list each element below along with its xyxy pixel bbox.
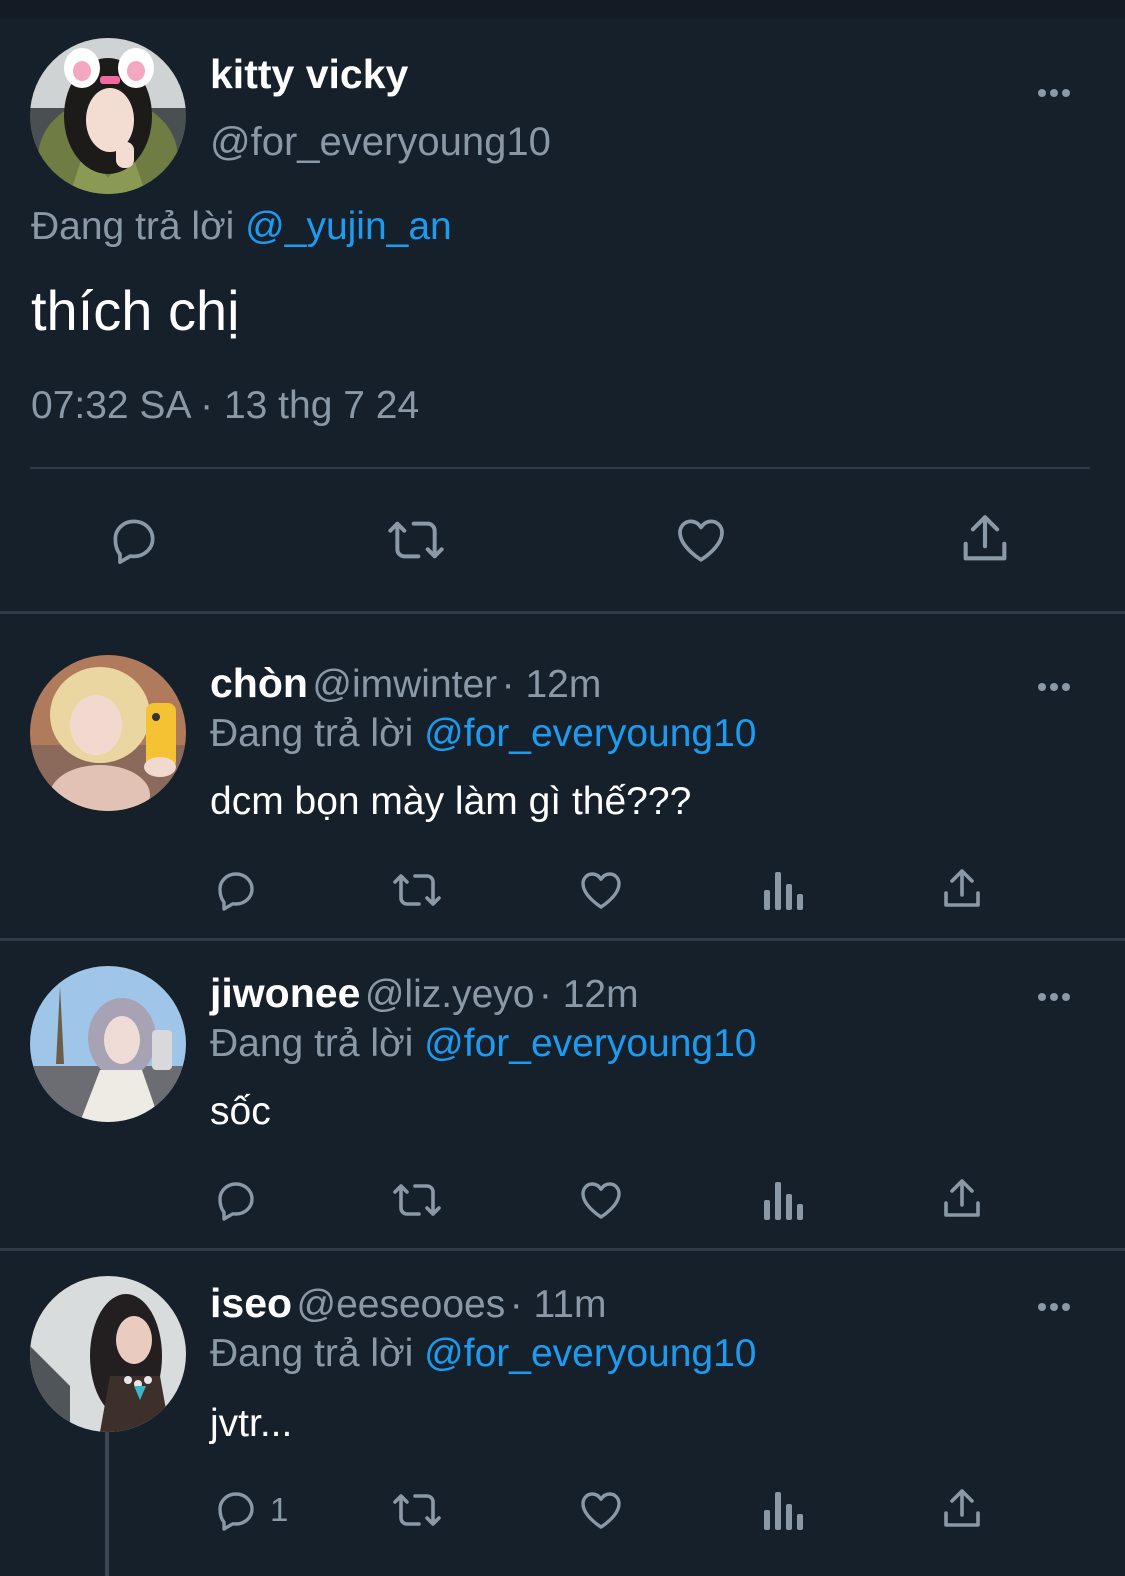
retweet-button[interactable] <box>383 512 449 568</box>
reply-button[interactable]: 1 <box>212 1486 288 1534</box>
author-handle[interactable]: @eeseooes <box>297 1283 506 1326</box>
thread-line <box>105 1430 109 1576</box>
reply-text: jvtr... <box>210 1402 293 1445</box>
retweet-icon <box>393 874 441 906</box>
views-icon <box>764 872 803 910</box>
reply-header: chòn @imwinter · 12m <box>210 660 601 707</box>
author-name[interactable]: jiwonee <box>210 970 360 1016</box>
like-button[interactable] <box>576 1176 626 1224</box>
share-button[interactable] <box>938 864 986 914</box>
status-strip <box>0 0 1125 18</box>
divider <box>0 938 1125 941</box>
avatar[interactable] <box>30 1276 186 1432</box>
like-button[interactable] <box>576 866 626 914</box>
reply-button[interactable] <box>212 866 270 914</box>
author-name[interactable]: kitty vicky <box>210 51 408 98</box>
share-button[interactable] <box>938 1174 986 1224</box>
reply-icon <box>218 1492 254 1531</box>
retweet-icon <box>388 521 444 559</box>
retweet-icon <box>393 1494 441 1526</box>
share-button[interactable] <box>938 1484 986 1534</box>
reply-count: 1 <box>270 1491 289 1528</box>
retweet-button[interactable] <box>388 866 446 914</box>
more-icon[interactable] <box>1038 988 1078 1002</box>
views-button[interactable] <box>760 1176 804 1224</box>
replying-to: Đang trả lời @_yujin_an <box>31 205 452 249</box>
retweet-button[interactable] <box>388 1486 446 1534</box>
replying-to-label: Đang trả lời <box>210 1332 414 1375</box>
reply-text: dcm bọn mày làm gì thế??? <box>210 780 692 823</box>
share-icon <box>944 869 980 907</box>
reply-button[interactable] <box>106 512 162 568</box>
replying-to: Đang trả lời @for_everyoung10 <box>210 712 756 756</box>
reply-icon <box>218 872 254 911</box>
reply-icon <box>218 1182 254 1221</box>
author-name[interactable]: iseo <box>210 1280 292 1326</box>
share-icon <box>963 515 1007 561</box>
heart-icon <box>581 1182 621 1219</box>
author-name[interactable]: chòn <box>210 660 308 706</box>
tweet-text: thích chị <box>31 279 240 342</box>
share-icon <box>944 1179 980 1217</box>
avatar[interactable] <box>30 38 186 194</box>
action-separator <box>30 467 1090 469</box>
replying-to-handle[interactable]: @for_everyoung10 <box>424 712 756 755</box>
reply-time: · 11m <box>509 1283 607 1326</box>
views-button[interactable] <box>760 1486 804 1534</box>
divider <box>0 611 1125 614</box>
author-handle[interactable]: @imwinter <box>312 663 497 706</box>
reply-time: · 12m <box>538 973 639 1016</box>
more-icon[interactable] <box>1038 678 1078 692</box>
avatar[interactable] <box>30 655 186 811</box>
like-button[interactable] <box>672 512 730 568</box>
replying-to-label: Đang trả lời <box>31 205 235 248</box>
reply-header: jiwonee @liz.yeyo · 12m <box>210 970 639 1017</box>
heart-icon <box>581 1492 621 1529</box>
replying-to-handle[interactable]: @_yujin_an <box>245 205 452 248</box>
more-icon[interactable] <box>1038 1298 1078 1312</box>
retweet-button[interactable] <box>388 1176 446 1224</box>
heart-icon <box>678 519 724 562</box>
replying-to-handle[interactable]: @for_everyoung10 <box>424 1022 756 1065</box>
share-button[interactable] <box>956 510 1014 568</box>
replying-to-label: Đang trả lời <box>210 1022 414 1065</box>
replying-to-handle[interactable]: @for_everyoung10 <box>424 1332 756 1375</box>
more-icon[interactable] <box>1038 84 1078 98</box>
reply-time: · 12m <box>501 663 602 706</box>
views-icon <box>764 1492 803 1530</box>
replying-to: Đang trả lời @for_everyoung10 <box>210 1332 756 1376</box>
retweet-icon <box>393 1184 441 1216</box>
reply-header: iseo @eeseooes · 11m <box>210 1280 606 1327</box>
views-button[interactable] <box>760 866 804 914</box>
reply-text: sốc <box>210 1090 271 1133</box>
reply-icon <box>113 519 155 565</box>
avatar[interactable] <box>30 966 186 1122</box>
author-handle[interactable]: @for_everyoung10 <box>210 120 551 165</box>
heart-icon <box>581 872 621 909</box>
reply-button[interactable] <box>212 1176 270 1224</box>
tweet-timestamp: 07:32 SA · 13 thg 7 24 <box>31 384 420 427</box>
divider <box>0 1248 1125 1251</box>
views-icon <box>764 1182 803 1220</box>
like-button[interactable] <box>576 1486 626 1534</box>
replying-to: Đang trả lời @for_everyoung10 <box>210 1022 756 1066</box>
share-icon <box>944 1489 980 1527</box>
author-handle[interactable]: @liz.yeyo <box>365 973 535 1016</box>
replying-to-label: Đang trả lời <box>210 712 414 755</box>
